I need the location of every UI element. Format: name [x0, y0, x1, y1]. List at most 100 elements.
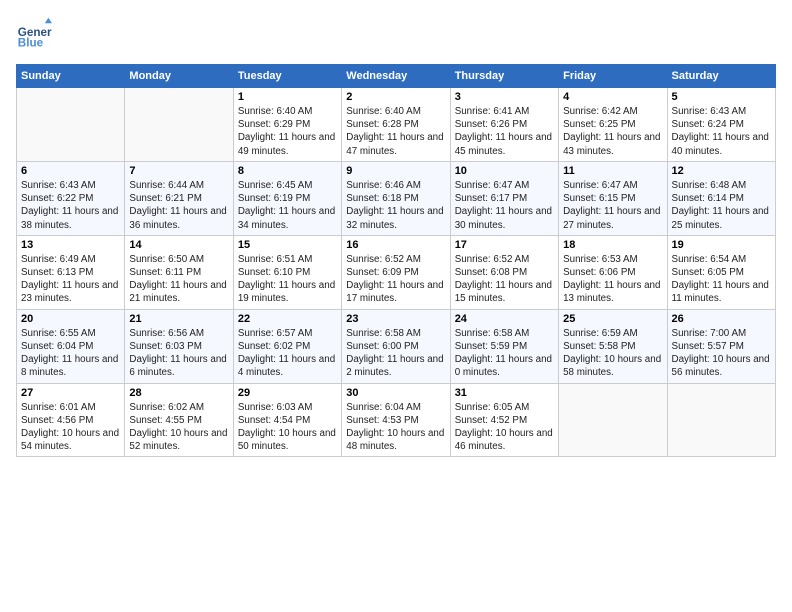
- calendar-cell: 30 Sunrise: 6:04 AM Sunset: 4:53 PM Dayli…: [342, 383, 450, 457]
- cell-info: Sunrise: 6:44 AM Sunset: 6:21 PM Dayligh…: [129, 179, 228, 232]
- weekday-header: Monday: [125, 65, 233, 88]
- cell-info: Sunrise: 7:00 AM Sunset: 5:57 PM Dayligh…: [672, 327, 771, 380]
- calendar-cell: 17 Sunrise: 6:52 AM Sunset: 6:08 PM Dayli…: [450, 235, 558, 309]
- cell-info: Sunrise: 6:56 AM Sunset: 6:03 PM Dayligh…: [129, 327, 228, 380]
- cell-info: Sunrise: 6:05 AM Sunset: 4:52 PM Dayligh…: [455, 401, 554, 454]
- cell-info: Sunrise: 6:43 AM Sunset: 6:22 PM Dayligh…: [21, 179, 120, 232]
- day-number: 24: [455, 313, 554, 325]
- calendar-cell: 24 Sunrise: 6:58 AM Sunset: 5:59 PM Dayli…: [450, 309, 558, 383]
- cell-info: Sunrise: 6:45 AM Sunset: 6:19 PM Dayligh…: [238, 179, 337, 232]
- day-number: 28: [129, 387, 228, 399]
- calendar-cell: 27 Sunrise: 6:01 AM Sunset: 4:56 PM Dayli…: [17, 383, 125, 457]
- cell-info: Sunrise: 6:53 AM Sunset: 6:06 PM Dayligh…: [563, 253, 662, 306]
- calendar-cell: 16 Sunrise: 6:52 AM Sunset: 6:09 PM Dayli…: [342, 235, 450, 309]
- day-number: 16: [346, 239, 445, 251]
- calendar-week-row: 1Sunrise: 6:40 AM Sunset: 6:29 PM Daylig…: [17, 88, 776, 162]
- day-number: 23: [346, 313, 445, 325]
- calendar-cell: 7 Sunrise: 6:44 AM Sunset: 6:21 PM Daylig…: [125, 161, 233, 235]
- calendar-cell: 18Sunrise: 6:53 AM Sunset: 6:06 PM Dayli…: [559, 235, 667, 309]
- page-header: General Blue: [16, 16, 776, 52]
- cell-info: Sunrise: 6:47 AM Sunset: 6:17 PM Dayligh…: [455, 179, 554, 232]
- calendar-week-row: 13 Sunrise: 6:49 AM Sunset: 6:13 PM Dayli…: [17, 235, 776, 309]
- day-number: 12: [672, 165, 771, 177]
- calendar-week-row: 6 Sunrise: 6:43 AM Sunset: 6:22 PM Daylig…: [17, 161, 776, 235]
- cell-info: Sunrise: 6:51 AM Sunset: 6:10 PM Dayligh…: [238, 253, 337, 306]
- calendar-cell: 15 Sunrise: 6:51 AM Sunset: 6:10 PM Dayli…: [233, 235, 341, 309]
- day-number: 30: [346, 387, 445, 399]
- day-number: 14: [129, 239, 228, 251]
- calendar-cell: 25 Sunrise: 6:59 AM Sunset: 5:58 PM Dayli…: [559, 309, 667, 383]
- calendar-cell: 26 Sunrise: 7:00 AM Sunset: 5:57 PM Dayli…: [667, 309, 775, 383]
- day-number: 29: [238, 387, 337, 399]
- calendar-week-row: 27 Sunrise: 6:01 AM Sunset: 4:56 PM Dayli…: [17, 383, 776, 457]
- calendar-table: SundayMondayTuesdayWednesdayThursdayFrid…: [16, 64, 776, 457]
- cell-info: Sunrise: 6:01 AM Sunset: 4:56 PM Dayligh…: [21, 401, 120, 454]
- day-number: 27: [21, 387, 120, 399]
- day-number: 8: [238, 165, 337, 177]
- day-number: 1: [238, 91, 337, 103]
- calendar-cell: 19Sunrise: 6:54 AM Sunset: 6:05 PM Dayli…: [667, 235, 775, 309]
- day-number: 26: [672, 313, 771, 325]
- day-number: 25: [563, 313, 662, 325]
- day-number: 6: [21, 165, 120, 177]
- calendar-cell: 11Sunrise: 6:47 AM Sunset: 6:15 PM Dayli…: [559, 161, 667, 235]
- day-number: 9: [346, 165, 445, 177]
- svg-text:Blue: Blue: [18, 37, 44, 50]
- weekday-header: Saturday: [667, 65, 775, 88]
- day-number: 17: [455, 239, 554, 251]
- day-number: 7: [129, 165, 228, 177]
- calendar-cell: 31 Sunrise: 6:05 AM Sunset: 4:52 PM Dayli…: [450, 383, 558, 457]
- calendar-cell: 21 Sunrise: 6:56 AM Sunset: 6:03 PM Dayli…: [125, 309, 233, 383]
- calendar-header-row: SundayMondayTuesdayWednesdayThursdayFrid…: [17, 65, 776, 88]
- cell-info: Sunrise: 6:46 AM Sunset: 6:18 PM Dayligh…: [346, 179, 445, 232]
- calendar-cell: 23 Sunrise: 6:58 AM Sunset: 6:00 PM Dayli…: [342, 309, 450, 383]
- cell-info: Sunrise: 6:55 AM Sunset: 6:04 PM Dayligh…: [21, 327, 120, 380]
- day-number: 5: [672, 91, 771, 103]
- cell-info: Sunrise: 6:58 AM Sunset: 6:00 PM Dayligh…: [346, 327, 445, 380]
- weekday-header: Wednesday: [342, 65, 450, 88]
- cell-info: Sunrise: 6:42 AM Sunset: 6:25 PM Dayligh…: [563, 105, 662, 158]
- calendar-cell: 5 Sunrise: 6:43 AM Sunset: 6:24 PM Daylig…: [667, 88, 775, 162]
- cell-info: Sunrise: 6:59 AM Sunset: 5:58 PM Dayligh…: [563, 327, 662, 380]
- calendar-cell: 8 Sunrise: 6:45 AM Sunset: 6:19 PM Daylig…: [233, 161, 341, 235]
- day-number: 31: [455, 387, 554, 399]
- weekday-header: Friday: [559, 65, 667, 88]
- calendar-cell: 13 Sunrise: 6:49 AM Sunset: 6:13 PM Dayli…: [17, 235, 125, 309]
- calendar-cell: 20 Sunrise: 6:55 AM Sunset: 6:04 PM Dayli…: [17, 309, 125, 383]
- calendar-cell: 28 Sunrise: 6:02 AM Sunset: 4:55 PM Dayli…: [125, 383, 233, 457]
- day-number: 21: [129, 313, 228, 325]
- day-number: 2: [346, 91, 445, 103]
- cell-info: Sunrise: 6:47 AM Sunset: 6:15 PM Dayligh…: [563, 179, 662, 232]
- cell-info: Sunrise: 6:40 AM Sunset: 6:28 PM Dayligh…: [346, 105, 445, 158]
- day-number: 15: [238, 239, 337, 251]
- calendar-cell: 1Sunrise: 6:40 AM Sunset: 6:29 PM Daylig…: [233, 88, 341, 162]
- day-number: 4: [563, 91, 662, 103]
- calendar-cell: [667, 383, 775, 457]
- cell-info: Sunrise: 6:52 AM Sunset: 6:08 PM Dayligh…: [455, 253, 554, 306]
- calendar-cell: [125, 88, 233, 162]
- cell-info: Sunrise: 6:57 AM Sunset: 6:02 PM Dayligh…: [238, 327, 337, 380]
- weekday-header: Tuesday: [233, 65, 341, 88]
- calendar-cell: 29 Sunrise: 6:03 AM Sunset: 4:54 PM Dayli…: [233, 383, 341, 457]
- calendar-cell: [559, 383, 667, 457]
- weekday-header: Thursday: [450, 65, 558, 88]
- cell-info: Sunrise: 6:04 AM Sunset: 4:53 PM Dayligh…: [346, 401, 445, 454]
- calendar-cell: 12Sunrise: 6:48 AM Sunset: 6:14 PM Dayli…: [667, 161, 775, 235]
- logo-icon: General Blue: [16, 16, 52, 52]
- day-number: 10: [455, 165, 554, 177]
- calendar-cell: 3Sunrise: 6:41 AM Sunset: 6:26 PM Daylig…: [450, 88, 558, 162]
- calendar-cell: 6 Sunrise: 6:43 AM Sunset: 6:22 PM Daylig…: [17, 161, 125, 235]
- day-number: 3: [455, 91, 554, 103]
- calendar-cell: 2 Sunrise: 6:40 AM Sunset: 6:28 PM Daylig…: [342, 88, 450, 162]
- cell-info: Sunrise: 6:52 AM Sunset: 6:09 PM Dayligh…: [346, 253, 445, 306]
- cell-info: Sunrise: 6:02 AM Sunset: 4:55 PM Dayligh…: [129, 401, 228, 454]
- day-number: 20: [21, 313, 120, 325]
- calendar-week-row: 20 Sunrise: 6:55 AM Sunset: 6:04 PM Dayli…: [17, 309, 776, 383]
- day-number: 13: [21, 239, 120, 251]
- cell-info: Sunrise: 6:49 AM Sunset: 6:13 PM Dayligh…: [21, 253, 120, 306]
- cell-info: Sunrise: 6:03 AM Sunset: 4:54 PM Dayligh…: [238, 401, 337, 454]
- cell-info: Sunrise: 6:58 AM Sunset: 5:59 PM Dayligh…: [455, 327, 554, 380]
- calendar-cell: 10 Sunrise: 6:47 AM Sunset: 6:17 PM Dayli…: [450, 161, 558, 235]
- cell-info: Sunrise: 6:43 AM Sunset: 6:24 PM Dayligh…: [672, 105, 771, 158]
- logo: General Blue: [16, 16, 56, 52]
